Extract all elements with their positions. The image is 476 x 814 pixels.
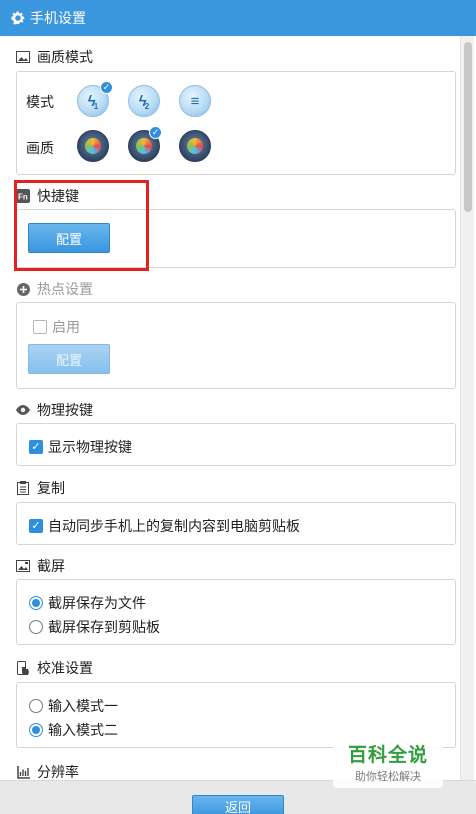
section-copy-header: 复制 — [16, 478, 65, 498]
mode-3-icon[interactable]: ≡ — [179, 85, 211, 117]
screenshot-save-file-radio[interactable]: 截屏保存为文件 — [29, 593, 146, 613]
section-quality-mode-header: 画质模式 — [16, 47, 93, 67]
screenshot-save-clipboard-radio[interactable]: 截屏保存到剪贴板 — [29, 617, 160, 637]
checkbox-label: 显示物理按键 — [48, 439, 132, 455]
clipboard-icon — [16, 481, 30, 495]
mode-label: 模式 — [26, 94, 54, 110]
mode-2-icon[interactable]: ϟ2 — [128, 85, 160, 117]
watermark-title: 百科全说 — [347, 745, 428, 766]
screenshot-panel: 截屏保存为文件 截屏保存到剪贴板 — [16, 579, 456, 645]
checkbox-checked-icon: ✓ — [29, 519, 43, 533]
auto-sync-clipboard-checkbox[interactable]: ✓ 自动同步手机上的复制内容到电脑剪贴板 — [29, 516, 300, 536]
image-icon — [16, 50, 30, 64]
quality-1-icon[interactable] — [77, 130, 109, 162]
checkbox-icon — [33, 320, 47, 334]
eye-icon — [16, 403, 30, 417]
section-title: 分辨率 — [37, 764, 79, 780]
hotspot-enable-checkbox[interactable]: 启用 — [33, 317, 80, 337]
gear-icon — [10, 10, 26, 26]
back-button[interactable]: 返回 — [192, 795, 284, 814]
highlight-box — [14, 180, 149, 271]
watermark-subtitle: 助你轻松解决 — [355, 771, 421, 783]
radio-label: 输入模式二 — [48, 722, 118, 738]
settings-content[interactable]: 画质模式 模式 ϟ1 ✓ ϟ2 ≡ 画质 ✓ Fn 快捷键 配置 热点设置 启用 — [4, 36, 460, 780]
quality-mode-panel: 模式 ϟ1 ✓ ϟ2 ≡ 画质 ✓ — [16, 71, 456, 175]
section-title: 复制 — [37, 480, 65, 496]
touch-icon — [16, 660, 30, 675]
resolution-icon — [16, 765, 30, 779]
input-mode-1-radio[interactable]: 输入模式一 — [29, 696, 118, 716]
title-bar: 手机设置 — [0, 0, 476, 36]
section-title: 热点设置 — [37, 281, 93, 297]
section-title: 截屏 — [37, 558, 65, 574]
window-title: 手机设置 — [30, 10, 86, 26]
section-hotspot-header: 热点设置 — [16, 279, 93, 299]
radio-label: 截屏保存到剪贴板 — [48, 619, 160, 635]
physical-keys-panel: ✓ 显示物理按键 — [16, 423, 456, 466]
scrollbar-thumb[interactable] — [464, 42, 472, 212]
screenshot-icon — [16, 559, 30, 573]
hotspot-config-button[interactable]: 配置 — [28, 344, 110, 374]
section-physical-keys-header: 物理按键 — [16, 400, 93, 420]
quality-2-icon[interactable]: ✓ — [128, 126, 162, 162]
radio-selected-icon — [29, 596, 43, 610]
section-resolution-header: 分辨率 — [16, 762, 79, 780]
section-screenshot-header: 截屏 — [16, 556, 65, 576]
section-title: 画质模式 — [37, 49, 93, 65]
show-physical-keys-checkbox[interactable]: ✓ 显示物理按键 — [29, 437, 132, 457]
vertical-scrollbar[interactable] — [460, 36, 474, 780]
checkbox-checked-icon: ✓ — [29, 440, 43, 454]
radio-icon — [29, 699, 43, 713]
section-calibration-header: 校准设置 — [16, 658, 93, 678]
watermark: 百科全说 助你轻松解决 — [333, 736, 443, 788]
checkbox-label: 启用 — [52, 319, 80, 335]
quality-label: 画质 — [26, 140, 54, 156]
plus-circle-icon — [16, 282, 30, 296]
copy-panel: ✓ 自动同步手机上的复制内容到电脑剪贴板 — [16, 502, 456, 545]
mode-1-icon[interactable]: ϟ1 ✓ — [77, 81, 113, 117]
radio-icon — [29, 620, 43, 634]
radio-label: 输入模式一 — [48, 698, 118, 714]
selected-check-icon: ✓ — [100, 81, 113, 94]
radio-label: 截屏保存为文件 — [48, 595, 146, 611]
selected-check-icon: ✓ — [149, 126, 162, 139]
checkbox-label: 自动同步手机上的复制内容到电脑剪贴板 — [48, 518, 300, 534]
quality-3-icon[interactable] — [179, 130, 211, 162]
section-title: 校准设置 — [37, 660, 93, 676]
hotspot-panel: 启用 配置 — [16, 302, 456, 389]
radio-selected-icon — [29, 723, 43, 737]
input-mode-2-radio[interactable]: 输入模式二 — [29, 720, 118, 740]
section-title: 物理按键 — [37, 402, 93, 418]
